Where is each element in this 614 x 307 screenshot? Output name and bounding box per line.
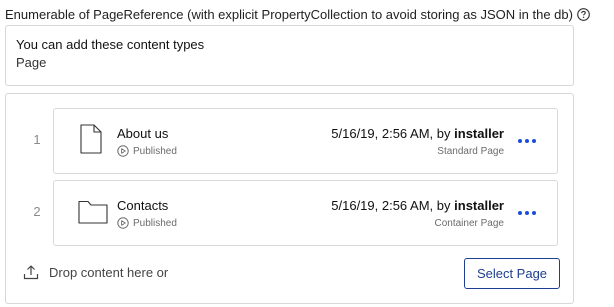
drop-zone-text: Drop content here or [49,264,169,280]
item-number: 1 [33,132,41,147]
allowed-types-box: You can add these content types Page [5,25,574,86]
field-label: Enumerable of PageReference (with explic… [5,3,590,25]
status-badge: Published [117,145,177,157]
item-meta: 5/16/19, 2:56 AM, by installer [331,198,504,213]
upload-icon [23,264,39,280]
item-title: About us [117,126,169,141]
item-author: installer [454,126,504,141]
item-date: 5/16/19, 2:56 AM, by [331,198,451,213]
content-card[interactable]: About us Published 5/16/19, 2:56 AM, by … [53,108,558,174]
item-date: 5/16/19, 2:56 AM, by [331,126,451,141]
dot [518,139,522,143]
page-icon [80,124,102,159]
select-page-button[interactable]: Select Page [464,258,560,289]
item-meta: 5/16/19, 2:56 AM, by installer [331,126,504,141]
item-page-type: Container Page [434,218,505,229]
item-number: 2 [33,204,41,219]
published-icon [117,217,129,229]
content-card[interactable]: Contacts Published 5/16/19, 2:56 AM, by … [53,180,558,246]
list-item: 1 About us Published 5/16/19, 2:56 AM, b… [6,108,573,174]
more-options-button[interactable] [518,205,536,221]
question-circle-icon[interactable] [577,7,590,21]
status-text: Published [133,217,177,229]
list-item: 2 Contacts Published 5/16/19, 2:56 AM, b… [6,180,573,246]
dot [532,211,536,215]
dot [518,211,522,215]
drop-zone[interactable]: Drop content here or [23,264,168,280]
dot [525,139,529,143]
item-title: Contacts [117,198,169,213]
dot [532,139,536,143]
folder-icon [78,200,108,229]
content-area: 1 About us Published 5/16/19, 2:56 AM, b… [5,93,574,304]
item-author: installer [454,198,504,213]
status-text: Published [133,145,177,157]
item-page-type: Standard Page [437,146,504,157]
allowed-types-heading: You can add these content types [16,37,205,52]
dot [525,211,529,215]
status-badge: Published [117,217,177,229]
published-icon [117,145,129,157]
field-label-text: Enumerable of PageReference (with explic… [5,6,573,22]
more-options-button[interactable] [518,133,536,149]
allowed-types-list: Page [16,55,47,70]
